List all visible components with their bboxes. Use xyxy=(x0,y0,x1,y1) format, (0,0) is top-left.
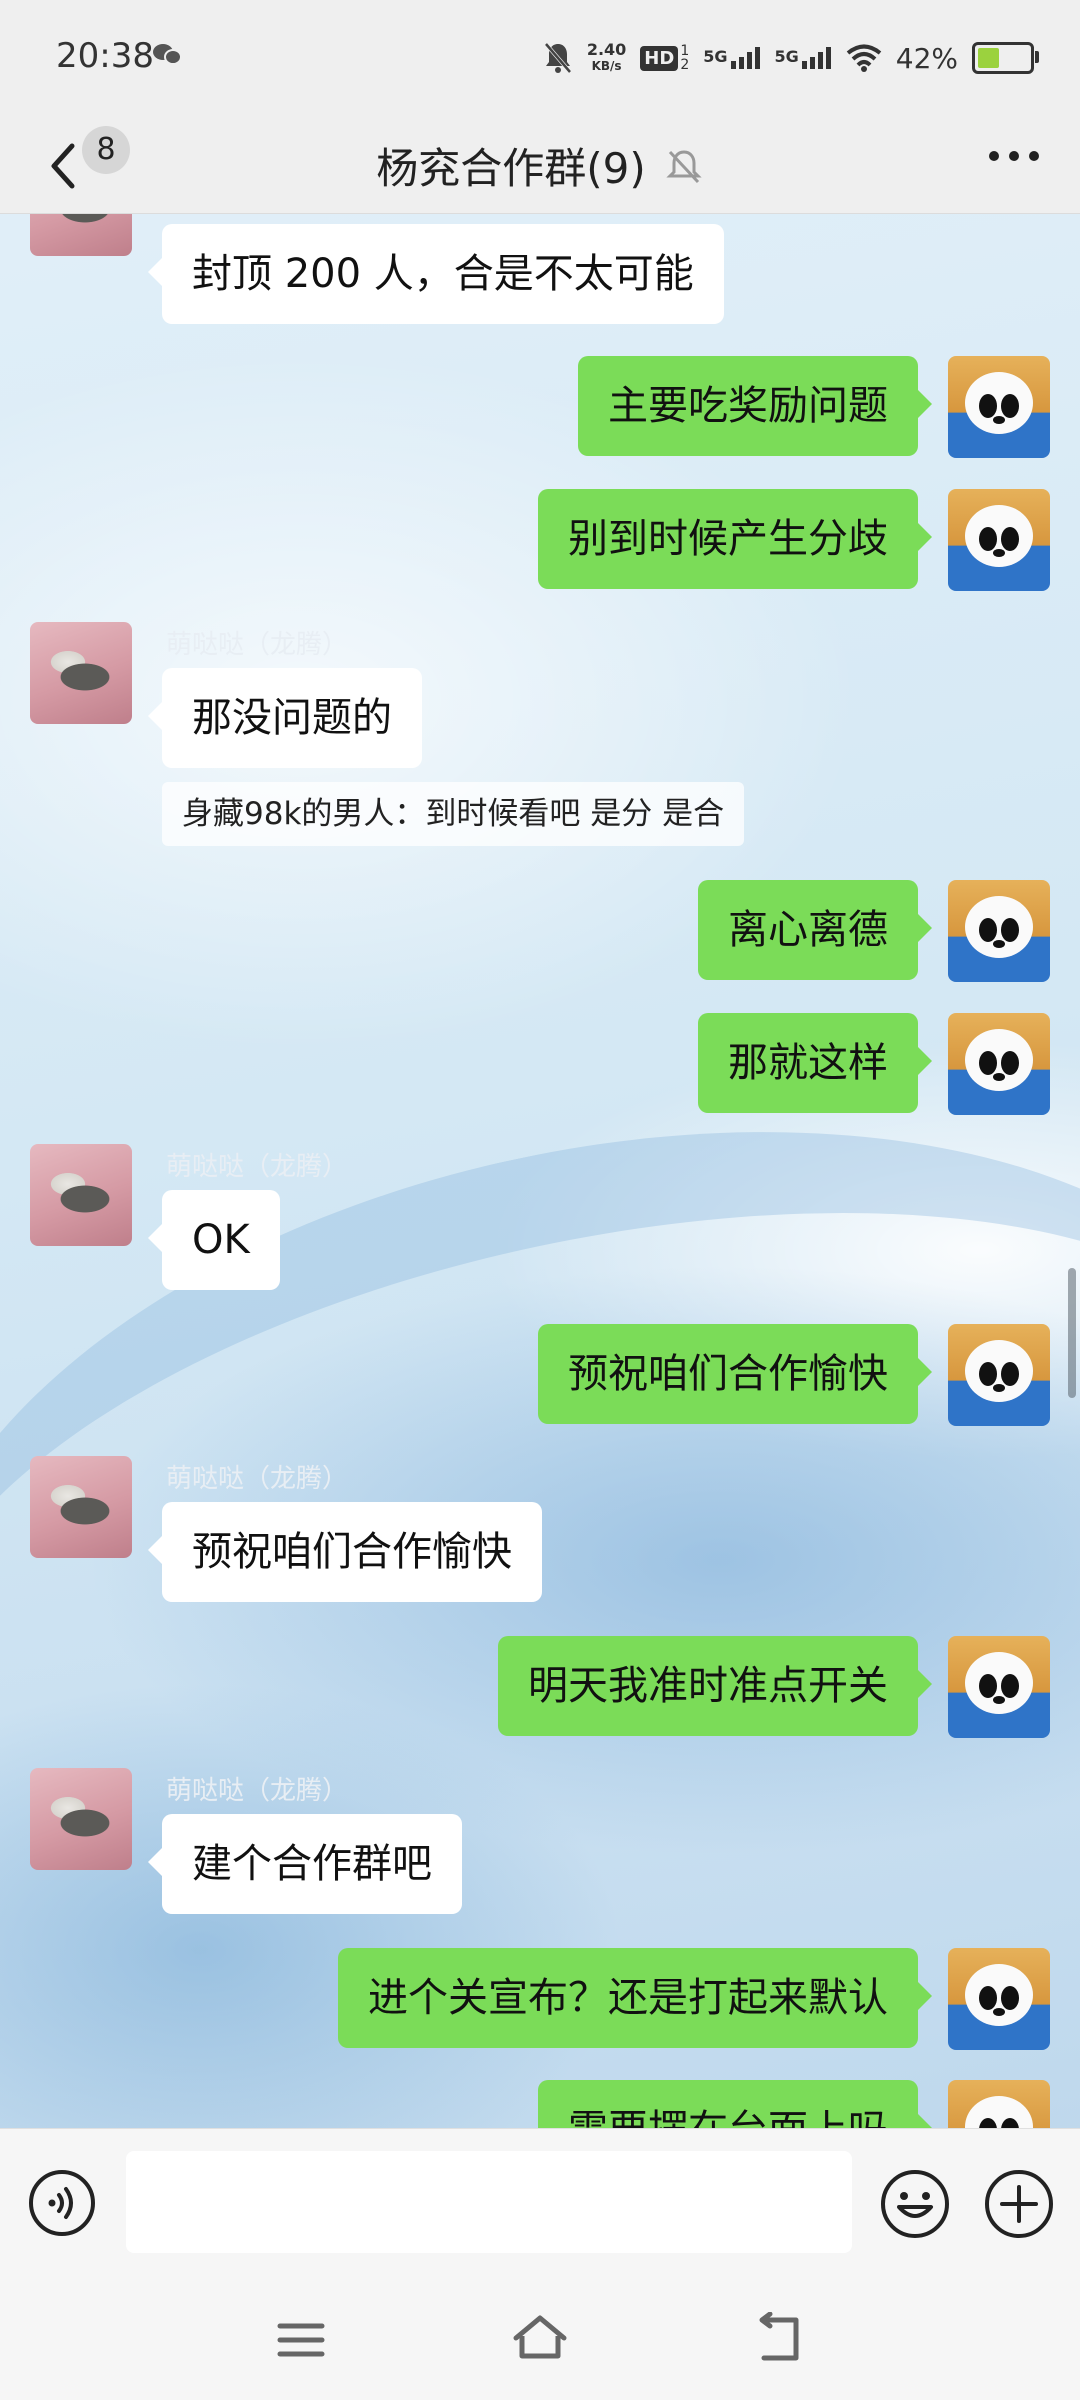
title-area[interactable]: 杨兖合作群(9) xyxy=(0,118,1080,213)
panda-face xyxy=(965,1964,1033,2026)
voice-icon[interactable] xyxy=(28,2169,96,2237)
plus-icon[interactable] xyxy=(984,2169,1054,2239)
avatar[interactable] xyxy=(948,1013,1050,1115)
signal-bars-icon xyxy=(730,47,760,69)
avatar[interactable] xyxy=(30,622,132,724)
panda-face xyxy=(965,1340,1033,1402)
avatar[interactable] xyxy=(30,214,132,256)
input-bar xyxy=(0,2128,1080,2279)
message-bubble-outgoing[interactable]: 明天我准时准点开关 xyxy=(498,1636,932,1736)
message-bubble-incoming[interactable]: OK xyxy=(148,1190,280,1290)
status-bar: 20:38 2.40 KB/s HD 12 5G 5G 42% xyxy=(0,0,1080,118)
sender-name: 萌哒哒（龙腾） xyxy=(166,1464,349,1494)
message-input[interactable] xyxy=(126,2151,852,2253)
sender-name: 萌哒哒（龙腾） xyxy=(166,1152,349,1182)
message-bubble-incoming[interactable]: 封顶 200 人，合是不太可能 xyxy=(148,224,724,324)
status-time: 20:38 xyxy=(56,36,154,76)
avatar[interactable] xyxy=(948,880,1050,982)
emoji-icon[interactable] xyxy=(880,2169,950,2239)
signal-sim1: 5G xyxy=(703,47,760,69)
message-bubble-outgoing[interactable]: 离心离德 xyxy=(698,880,932,980)
message-bubble-outgoing[interactable]: 那就这样 xyxy=(698,1013,932,1113)
signal-bars-icon xyxy=(801,47,831,69)
chat-title: 杨兖合作群(9) xyxy=(376,144,646,193)
message-bubble-incoming[interactable]: 建个合作群吧 xyxy=(148,1814,462,1914)
wifi-icon xyxy=(846,44,882,72)
avatar[interactable] xyxy=(948,1948,1050,2050)
hd-sim-index: 12 xyxy=(680,43,690,73)
menu-icon[interactable] xyxy=(276,2318,326,2362)
avatar[interactable] xyxy=(30,1768,132,1870)
message-bubble-incoming[interactable]: 那没问题的 xyxy=(148,668,422,768)
message-bubble-outgoing[interactable]: 别到时候产生分歧 xyxy=(538,489,932,589)
message-bubble-outgoing[interactable]: 进个关宣布？还是打起来默认 xyxy=(338,1948,932,2048)
panda-face xyxy=(965,896,1033,958)
battery-level-fill xyxy=(978,48,999,68)
network-speed-value: 2.40 xyxy=(586,40,627,59)
message-list[interactable]: 封顶 200 人，合是不太可能 主要吃奖励问题 别到时候产生分歧 萌哒哒（龙腾）… xyxy=(0,214,1080,2128)
message-bubble-incoming[interactable]: 预祝咱们合作愉快 xyxy=(148,1502,542,1602)
panda-face xyxy=(965,1652,1033,1714)
hd-label: HD xyxy=(640,45,679,71)
hd-badge: HD 12 xyxy=(640,44,689,72)
scrollbar-thumb[interactable] xyxy=(1068,1268,1076,1398)
message-bubble-outgoing[interactable]: 预祝咱们合作愉快 xyxy=(538,1324,932,1424)
sim1-label: 5G xyxy=(703,47,728,66)
avatar[interactable] xyxy=(948,1636,1050,1738)
panda-face xyxy=(965,2096,1033,2128)
avatar[interactable] xyxy=(30,1144,132,1246)
network-speed: 2.40 KB/s xyxy=(587,41,626,75)
sender-name: 萌哒哒（龙腾） xyxy=(166,630,349,660)
sender-name: 萌哒哒（龙腾） xyxy=(166,1776,349,1806)
sim2-label: 5G xyxy=(774,47,799,66)
network-speed-unit: KB/s xyxy=(591,59,622,73)
message-bubble-outgoing[interactable]: 主要吃奖励问题 xyxy=(578,356,932,456)
nav-back-icon[interactable] xyxy=(754,2312,808,2366)
avatar[interactable] xyxy=(948,489,1050,591)
battery-percent: 42% xyxy=(895,41,958,75)
avatar[interactable] xyxy=(30,1456,132,1558)
status-icons: 2.40 KB/s HD 12 5G 5G 42% xyxy=(543,34,1039,82)
quoted-message[interactable]: 身藏98k的男人：到时候看吧 是分 是合 xyxy=(162,782,745,846)
battery-icon xyxy=(972,42,1039,74)
panda-face xyxy=(965,372,1033,434)
more-dots-icon[interactable] xyxy=(984,136,1044,176)
bell-off-icon xyxy=(666,149,702,183)
panda-face xyxy=(965,505,1033,567)
system-nav-bar xyxy=(0,2278,1080,2400)
panda-face xyxy=(965,1029,1033,1091)
mute-notification-icon xyxy=(544,42,572,74)
home-icon[interactable] xyxy=(510,2312,570,2364)
signal-sim2: 5G xyxy=(775,47,832,69)
avatar[interactable] xyxy=(948,2080,1050,2128)
wechat-notification-icon xyxy=(153,44,182,65)
message-bubble-outgoing[interactable]: 需要摆在台面上吗 xyxy=(538,2080,932,2128)
avatar[interactable] xyxy=(948,1324,1050,1426)
avatar[interactable] xyxy=(948,356,1050,458)
